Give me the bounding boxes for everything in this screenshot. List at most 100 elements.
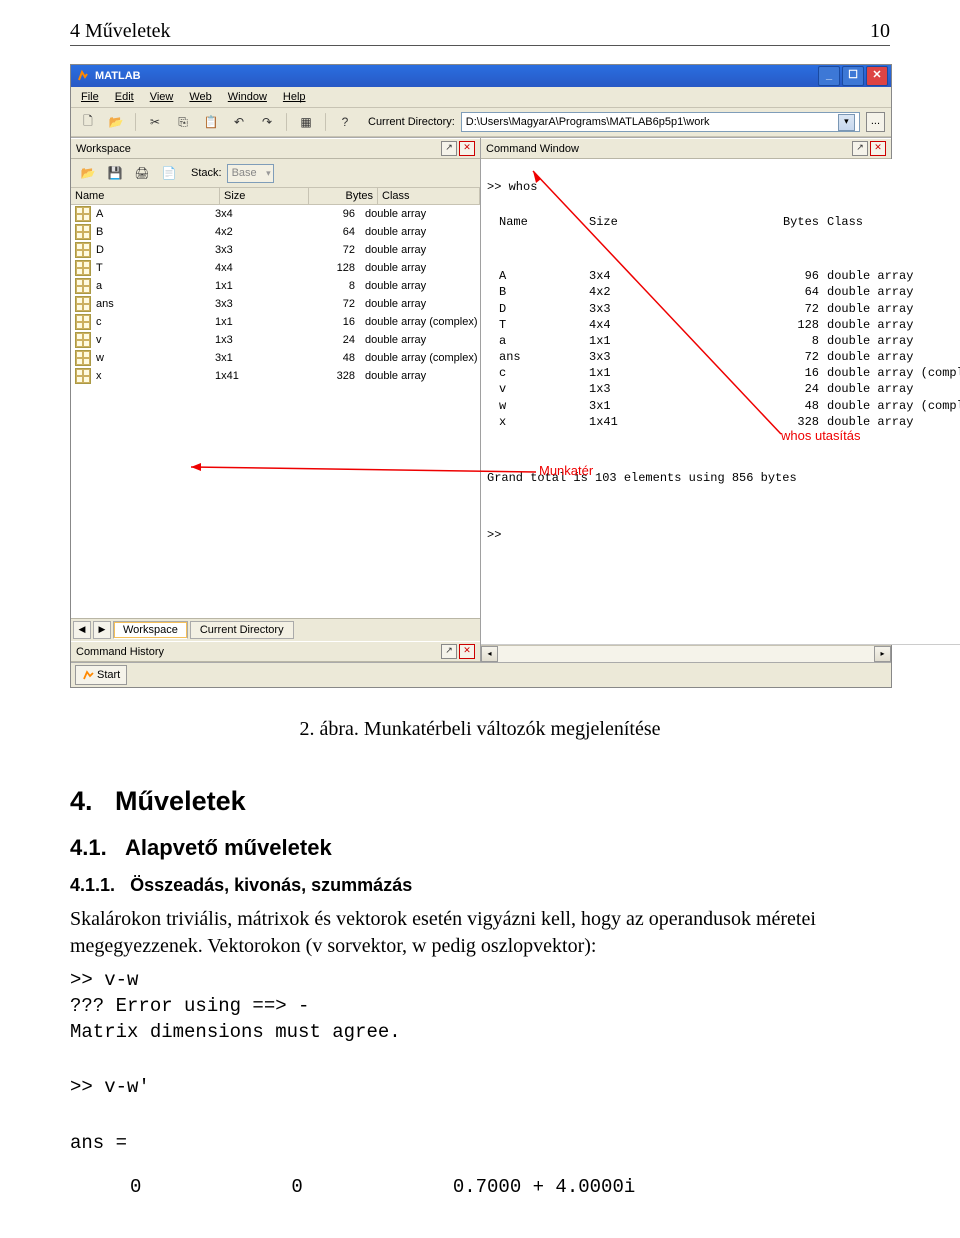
col-class[interactable]: Class bbox=[378, 188, 480, 204]
var-size: 1x41 bbox=[215, 370, 295, 382]
cmd-row: w3x148double array (complex) bbox=[487, 398, 960, 414]
section-title: Műveletek bbox=[115, 786, 246, 816]
cmd-row: D3x372double array bbox=[487, 301, 960, 317]
var-class: double array bbox=[365, 208, 480, 220]
undock-button[interactable]: ↗ bbox=[852, 141, 868, 156]
scroll-right-icon[interactable]: ▸ bbox=[874, 646, 891, 662]
var-bytes: 24 bbox=[295, 334, 365, 346]
table-row[interactable]: A3x496double array bbox=[71, 205, 480, 223]
table-row[interactable]: v1x324double array bbox=[71, 331, 480, 349]
new-file-icon[interactable]: 🗋 bbox=[77, 111, 99, 133]
matrix-icon bbox=[75, 278, 91, 294]
cmd-prompt: >> bbox=[487, 527, 960, 543]
redo-icon[interactable]: ↷ bbox=[256, 111, 278, 133]
annotation-munkater: Munkatér bbox=[539, 463, 593, 478]
var-size: 1x1 bbox=[215, 316, 295, 328]
dropdown-icon[interactable]: ▾ bbox=[838, 114, 855, 131]
horizontal-scrollbar[interactable]: ◂ ▸ bbox=[481, 645, 891, 662]
pane-close-button[interactable]: ✕ bbox=[459, 644, 475, 659]
subsection-title: Alapvető műveletek bbox=[125, 835, 332, 860]
table-row[interactable]: B4x264double array bbox=[71, 223, 480, 241]
var-bytes: 48 bbox=[295, 352, 365, 364]
app-title: MATLAB bbox=[95, 70, 141, 82]
tab-current-directory[interactable]: Current Directory bbox=[190, 621, 294, 639]
cut-icon[interactable]: ✂ bbox=[144, 111, 166, 133]
pane-close-button[interactable]: ✕ bbox=[459, 141, 475, 156]
var-bytes: 328 bbox=[295, 370, 365, 382]
var-class: double array bbox=[365, 334, 480, 346]
matrix-icon bbox=[75, 242, 91, 258]
table-row[interactable]: w3x148double array (complex) bbox=[71, 349, 480, 367]
scroll-left-icon[interactable]: ◂ bbox=[481, 646, 498, 662]
var-bytes: 64 bbox=[295, 226, 365, 238]
var-name: c bbox=[96, 316, 102, 328]
table-row[interactable]: a1x18double array bbox=[71, 277, 480, 295]
stack-dropdown[interactable]: Base bbox=[227, 164, 274, 183]
code-block-3: ans = bbox=[70, 1131, 890, 1157]
var-name: T bbox=[96, 262, 103, 274]
open-file-icon[interactable]: 📂 bbox=[105, 111, 127, 133]
simulink-icon[interactable]: ▦ bbox=[295, 111, 317, 133]
browse-button[interactable]: ... bbox=[866, 112, 885, 132]
paste-icon[interactable]: 📋 bbox=[200, 111, 222, 133]
minimize-button[interactable]: _ bbox=[818, 66, 840, 86]
ws-print-icon[interactable]: 🖨 bbox=[131, 162, 153, 184]
close-button[interactable]: ✕ bbox=[866, 66, 888, 86]
command-window-label: Command Window bbox=[486, 143, 579, 155]
help-icon[interactable]: ? bbox=[334, 111, 356, 133]
col-name[interactable]: Name bbox=[71, 188, 220, 204]
matrix-icon bbox=[75, 350, 91, 366]
menu-window[interactable]: Window bbox=[222, 89, 273, 105]
menu-view[interactable]: View bbox=[144, 89, 180, 105]
var-class: double array (complex) bbox=[365, 352, 480, 364]
table-row[interactable]: c1x116double array (complex) bbox=[71, 313, 480, 331]
table-row[interactable]: T4x4128double array bbox=[71, 259, 480, 277]
undo-icon[interactable]: ↶ bbox=[228, 111, 250, 133]
col-size[interactable]: Size bbox=[220, 188, 309, 204]
ws-open-icon[interactable]: 📂 bbox=[77, 162, 99, 184]
var-name: a bbox=[96, 280, 102, 292]
current-dir-input[interactable]: D:\Users\MagyarA\Programs\MATLAB6p5p1\wo… bbox=[461, 112, 860, 132]
col-bytes[interactable]: Bytes bbox=[309, 188, 378, 204]
stack-label: Stack: bbox=[191, 167, 222, 179]
table-row[interactable]: D3x372double array bbox=[71, 241, 480, 259]
command-window-body[interactable]: >> whos Name Size Bytes Class A3x496doub… bbox=[481, 159, 960, 645]
table-row[interactable]: x1x41328double array bbox=[71, 367, 480, 385]
var-size: 4x2 bbox=[215, 226, 295, 238]
var-class: double array bbox=[365, 298, 480, 310]
var-class: double array bbox=[365, 370, 480, 382]
matrix-icon bbox=[75, 206, 91, 222]
start-button[interactable]: Start bbox=[75, 665, 127, 685]
tab-workspace[interactable]: Workspace bbox=[113, 621, 188, 639]
matrix-icon bbox=[75, 368, 91, 384]
var-bytes: 72 bbox=[295, 244, 365, 256]
copy-icon[interactable]: ⎘ bbox=[172, 111, 194, 133]
undock-button[interactable]: ↗ bbox=[441, 644, 457, 659]
current-dir-value: D:\Users\MagyarA\Programs\MATLAB6p5p1\wo… bbox=[466, 113, 710, 131]
maximize-button[interactable]: ☐ bbox=[842, 66, 864, 86]
subsection-number: 4.1. bbox=[70, 835, 107, 860]
var-bytes: 96 bbox=[295, 208, 365, 220]
pane-close-button[interactable]: ✕ bbox=[870, 141, 886, 156]
tab-next-icon[interactable]: ▶ bbox=[93, 621, 111, 639]
var-name: ans bbox=[96, 298, 114, 310]
var-class: double array bbox=[365, 244, 480, 256]
cmd-row: ans3x372double array bbox=[487, 349, 960, 365]
titlebar: MATLAB _ ☐ ✕ bbox=[71, 65, 891, 87]
menu-web[interactable]: Web bbox=[183, 89, 217, 105]
ws-new-icon[interactable]: 📄 bbox=[158, 162, 180, 184]
undock-button[interactable]: ↗ bbox=[441, 141, 457, 156]
var-size: 3x3 bbox=[215, 298, 295, 310]
var-class: double array bbox=[365, 280, 480, 292]
menu-edit[interactable]: Edit bbox=[109, 89, 140, 105]
table-row[interactable]: ans3x372double array bbox=[71, 295, 480, 313]
subsubsection-heading: 4.1.1. Összeadás, kivonás, szummázás bbox=[70, 875, 890, 896]
ans-val-1: 0 bbox=[291, 1176, 302, 1198]
cmd-row: x1x41328double array bbox=[487, 414, 960, 430]
ws-save-icon[interactable]: 💾 bbox=[104, 162, 126, 184]
menu-help[interactable]: Help bbox=[277, 89, 312, 105]
ans-val-0: 0 bbox=[130, 1176, 141, 1198]
tab-prev-icon[interactable]: ◀ bbox=[73, 621, 91, 639]
menu-file[interactable]: File bbox=[75, 89, 105, 105]
workspace-table-header: Name Size Bytes Class bbox=[71, 188, 480, 205]
